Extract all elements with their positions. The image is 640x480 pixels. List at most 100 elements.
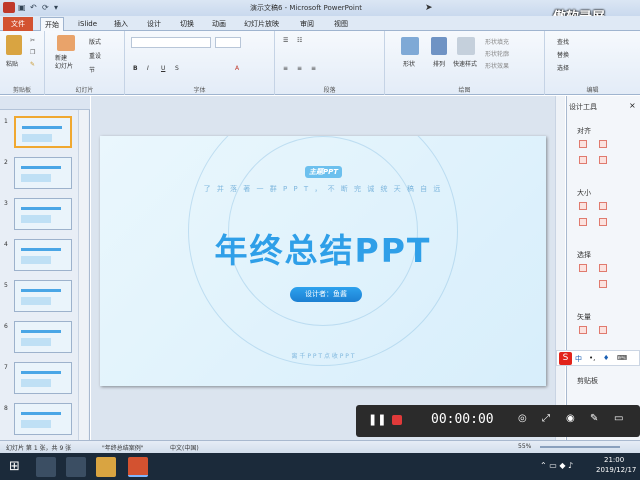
slides-pane-tabs[interactable] [0,96,90,110]
calculator-icon[interactable] [36,457,56,477]
sogou-icon[interactable]: S [559,352,572,365]
tab-file[interactable]: 文件 [3,17,33,31]
designer-badge[interactable]: 设计者：鱼酱 [290,287,362,302]
more-icon[interactable]: ▭ [614,413,623,424]
size-icon[interactable] [599,218,607,226]
align-center-icon[interactable]: ≡ [297,65,302,72]
tab-insert[interactable]: 插入 [110,17,132,31]
tab-view[interactable]: 视图 [330,17,352,31]
customize-qat-icon[interactable]: ▾ [54,3,62,12]
powerpoint-taskbar-icon[interactable] [128,457,148,477]
slide-thumbnail[interactable] [14,321,72,353]
tab-islide[interactable]: iSlide [74,17,101,31]
align-icon[interactable] [599,140,607,148]
editor-scrollbar[interactable] [555,96,565,440]
camera-icon[interactable]: ◉ [566,413,575,424]
tab-animations[interactable]: 动画 [208,17,230,31]
close-icon[interactable]: × [629,101,636,110]
section-button[interactable]: 节 [89,65,95,74]
screenshot-region-icon[interactable]: ◎ [518,413,527,424]
paste-icon[interactable] [6,35,22,55]
size-icon[interactable] [599,202,607,210]
size-icon[interactable] [579,218,587,226]
thumbnail-preview [21,338,51,346]
ime-toolbar[interactable]: S 中 •, ♦ ⌨ [556,350,640,366]
file-explorer-icon[interactable] [96,457,116,477]
paste-button[interactable]: 粘贴 [6,59,18,68]
pause-icon[interactable]: ❚❚ [368,413,386,426]
ime-mic-icon[interactable]: ♦ [603,354,609,362]
save-icon[interactable]: ▣ [18,3,26,12]
find-button[interactable]: 查找 [557,37,569,46]
slide-thumbnail[interactable] [14,157,72,189]
select-button[interactable]: 选择 [557,63,569,72]
format-painter-icon[interactable]: ✎ [30,61,35,68]
mail-icon[interactable] [66,457,86,477]
stop-icon[interactable] [392,415,402,425]
windows-start-icon[interactable]: ⊞ [9,459,20,474]
undo-icon[interactable]: ↶ [30,3,38,12]
layout-button[interactable]: 版式 [89,37,101,46]
arrange-icon[interactable] [431,37,447,55]
slide-thumbnail[interactable] [14,403,72,435]
bullets-icon[interactable]: ☰ [283,37,288,44]
ime-punct-icon[interactable]: •, [589,354,595,362]
font-name-box[interactable] [131,37,211,48]
size-icon[interactable] [579,202,587,210]
new-slide-button[interactable]: 新建 幻灯片 [55,55,73,71]
powerpoint-app-icon[interactable] [3,2,15,13]
select-icon[interactable] [599,264,607,272]
zoom-slider[interactable] [540,446,620,448]
bold-icon[interactable]: B [133,65,138,72]
align-icon[interactable] [579,140,587,148]
slide-title[interactable]: 年终总结PPT [100,224,546,272]
align-left-icon[interactable]: ≡ [283,65,288,72]
font-size-box[interactable] [215,37,241,48]
new-slide-icon[interactable] [57,35,75,51]
fullscreen-icon[interactable]: ⤢ [542,413,550,424]
zoom-level[interactable]: 55% [518,443,531,450]
slide-thumbnail[interactable] [14,198,72,230]
underline-icon[interactable]: U [161,65,165,72]
tab-review[interactable]: 审阅 [296,17,318,31]
align-right-icon[interactable]: ≡ [311,65,316,72]
redo-icon[interactable]: ⟳ [42,3,50,12]
shapes-icon[interactable] [401,37,419,55]
tray-icons[interactable]: ⌃ ▭ ◆ ♪ [540,461,573,470]
copy-icon[interactable]: ❐ [30,49,35,56]
replace-button[interactable]: 替换 [557,50,569,59]
quick-styles-icon[interactable] [457,37,475,55]
arrange-button[interactable]: 排列 [433,59,445,68]
tab-design[interactable]: 设计 [143,17,165,31]
select-icon[interactable] [599,280,607,288]
vector-icon[interactable] [579,326,587,334]
select-icon[interactable] [579,264,587,272]
ime-chinese-icon[interactable]: 中 [575,354,582,364]
cut-icon[interactable]: ✂ [30,37,35,44]
shapes-button[interactable]: 形状 [403,59,415,68]
tab-home[interactable]: 开始 [40,17,64,31]
shape-outline-button[interactable]: 形状轮廓 [485,49,509,58]
font-color-icon[interactable]: A [235,65,239,72]
slide-thumbnail[interactable] [14,116,72,148]
shadow-icon[interactable]: S [175,65,179,72]
slide-thumbnail[interactable] [14,362,72,394]
numbering-icon[interactable]: ☷ [297,37,302,44]
slide-thumbnail[interactable] [14,280,72,312]
ime-keyboard-icon[interactable]: ⌨ [617,354,627,362]
align-icon[interactable] [599,156,607,164]
italic-icon[interactable]: I [147,65,149,72]
shape-fill-button[interactable]: 形状填充 [485,37,509,46]
reset-button[interactable]: 重设 [89,51,101,60]
theme-name: "年终总结案例" [102,445,144,452]
tab-slideshow[interactable]: 幻灯片放映 [240,17,283,31]
pen-icon[interactable]: ✎ [590,413,598,424]
quick-styles-button[interactable]: 快速样式 [453,59,477,68]
slides-pane-scrollbar[interactable] [78,110,88,440]
align-icon[interactable] [579,156,587,164]
vector-icon[interactable] [599,326,607,334]
tab-transitions[interactable]: 切换 [176,17,198,31]
slide-thumbnail[interactable] [14,239,72,271]
shape-effects-button[interactable]: 形状效果 [485,61,509,70]
current-slide[interactable]: 主题PPT 了 并 落 著 一 群 P P T ， 不 断 完 诚 统 天 稿 … [100,136,546,386]
